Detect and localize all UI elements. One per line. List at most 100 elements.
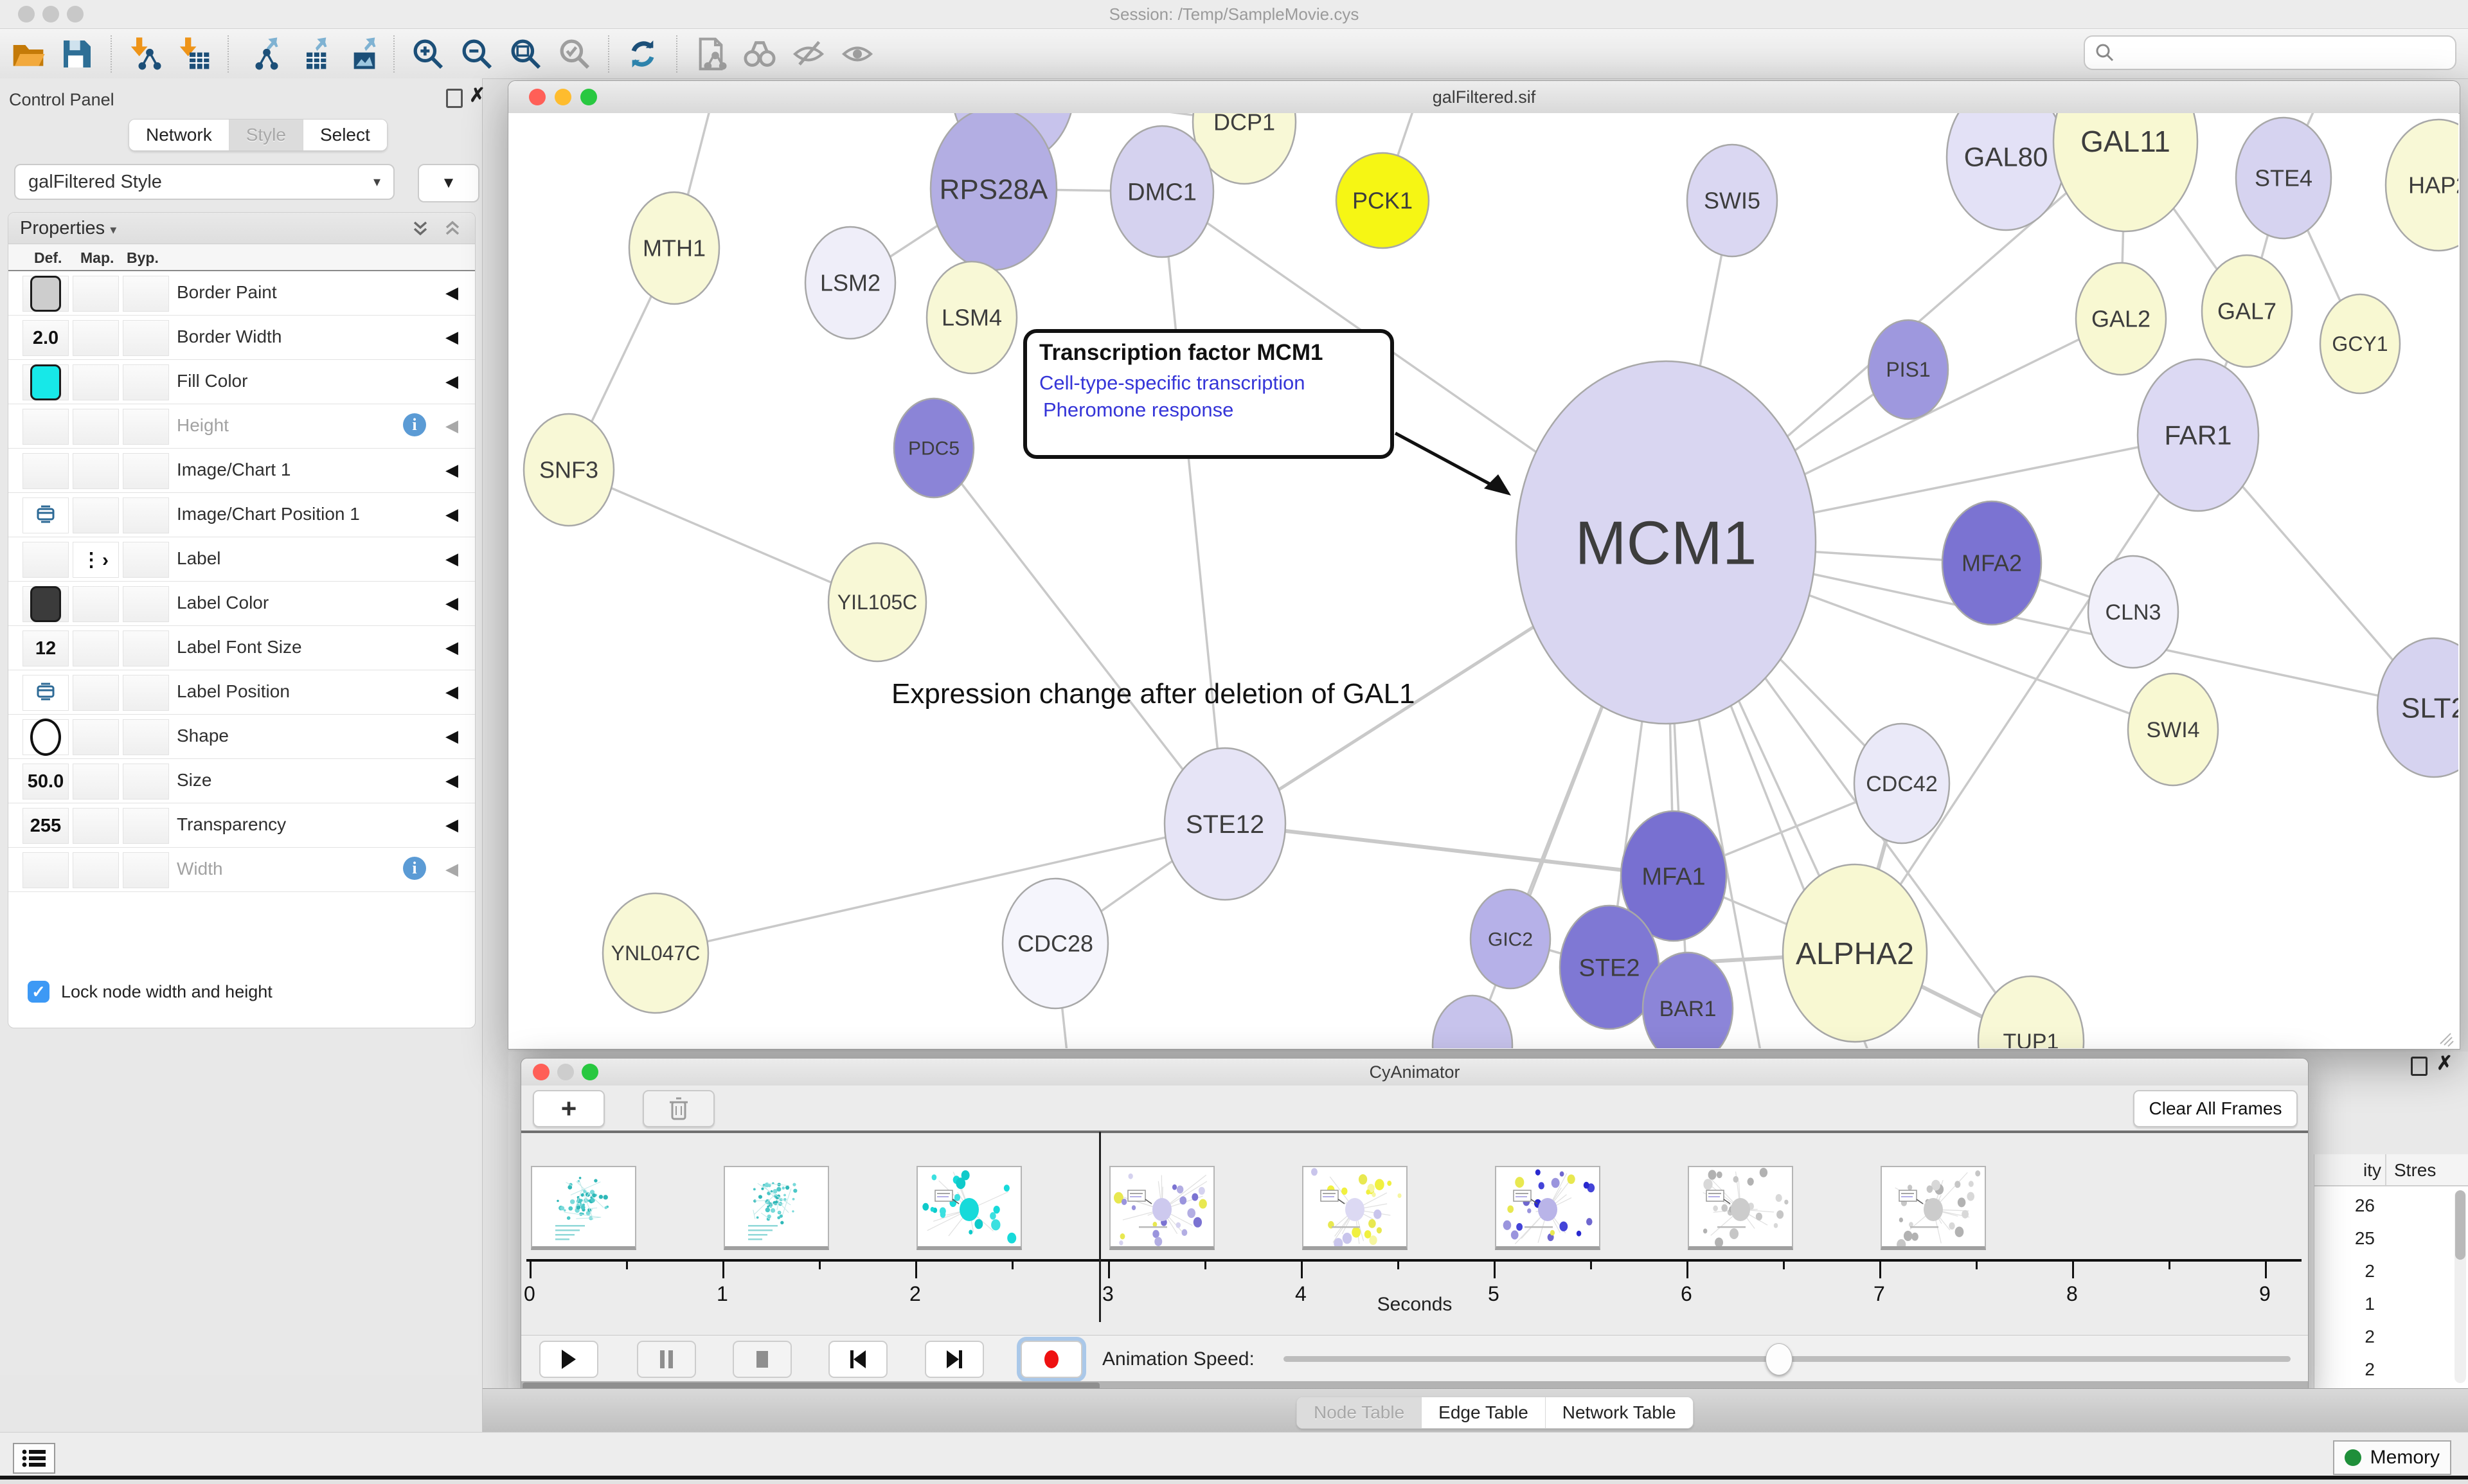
cyanimator-titlebar[interactable]: CyAnimator — [521, 1059, 2308, 1086]
bypass-cell[interactable] — [123, 808, 169, 844]
network-node-GIC1[interactable] — [1433, 996, 1512, 1048]
default-value-cell[interactable] — [22, 364, 69, 400]
clear-all-frames-button[interactable]: Clear All Frames — [2133, 1090, 2298, 1127]
animation-speed-slider-thumb[interactable] — [1766, 1343, 1793, 1375]
table-scrollbar[interactable] — [2455, 1190, 2466, 1383]
tab-select[interactable]: Select — [303, 120, 387, 150]
expand-row-icon[interactable]: ◀ — [445, 726, 458, 746]
expand-row-icon[interactable]: ◀ — [445, 859, 458, 879]
bypass-cell[interactable] — [123, 276, 169, 312]
bypass-cell[interactable] — [123, 364, 169, 400]
bypass-cell[interactable] — [123, 675, 169, 711]
mapping-cell[interactable] — [73, 276, 119, 312]
add-frame-button[interactable]: + — [533, 1090, 605, 1127]
expand-row-icon[interactable]: ◀ — [445, 327, 458, 347]
expand-row-icon[interactable]: ◀ — [445, 638, 458, 657]
bypass-cell[interactable] — [123, 320, 169, 356]
expand-row-icon[interactable]: ◀ — [445, 549, 458, 569]
property-row-shape[interactable]: Shape◀ — [8, 715, 475, 759]
close-panel-icon[interactable]: ✗ — [469, 87, 485, 104]
mapping-cell[interactable] — [73, 852, 119, 888]
style-select[interactable]: galFiltered Style ▾ — [14, 164, 395, 200]
bypass-cell[interactable] — [123, 764, 169, 800]
table-cell[interactable]: 26 — [2317, 1189, 2375, 1222]
bypass-cell[interactable] — [123, 719, 169, 755]
stop-button[interactable] — [733, 1341, 792, 1378]
network-window-titlebar[interactable]: galFiltered.sif — [508, 81, 2460, 114]
info-icon[interactable]: i — [403, 413, 426, 436]
default-value-cell[interactable]: 2.0 — [22, 320, 69, 356]
memory-button[interactable]: Memory — [2333, 1440, 2451, 1475]
default-value-cell[interactable] — [22, 409, 69, 445]
import-table-button[interactable] — [174, 35, 215, 73]
default-value-cell[interactable] — [22, 453, 69, 489]
open-folder-button[interactable] — [8, 35, 49, 73]
minimize-traffic-light[interactable] — [555, 89, 571, 105]
property-row-label-position[interactable]: Label Position◀ — [8, 670, 475, 715]
timeline-playhead[interactable] — [1099, 1132, 1101, 1322]
mapping-cell[interactable] — [73, 719, 119, 755]
info-icon[interactable]: i — [403, 857, 426, 880]
tab-edge-table[interactable]: Edge Table — [1421, 1397, 1545, 1428]
save-session-button[interactable] — [57, 35, 98, 73]
expand-row-icon[interactable]: ◀ — [445, 771, 458, 791]
property-row-width[interactable]: Widthi◀ — [8, 848, 475, 892]
default-value-cell[interactable] — [22, 542, 69, 578]
mapping-cell[interactable] — [73, 320, 119, 356]
document-network-button[interactable] — [690, 35, 731, 73]
zoom-selected-button[interactable] — [554, 35, 595, 73]
zoom-traffic-light[interactable] — [580, 89, 597, 105]
table-cell[interactable]: 1 — [2317, 1287, 2375, 1320]
default-value-cell[interactable] — [22, 675, 69, 711]
export-network-button[interactable] — [242, 35, 283, 73]
tab-style[interactable]: Style — [229, 120, 303, 150]
property-row-border-paint[interactable]: Border Paint◀ — [8, 271, 475, 316]
expand-row-icon[interactable]: ◀ — [445, 815, 458, 835]
property-row-fill-color[interactable]: Fill Color◀ — [8, 360, 475, 404]
zoom-traffic-light[interactable] — [582, 1064, 598, 1080]
frame-thumbnail-2[interactable] — [917, 1166, 1022, 1250]
frame-thumbnail-4[interactable] — [1302, 1166, 1408, 1250]
mapping-cell[interactable] — [73, 764, 119, 800]
default-value-cell[interactable] — [22, 719, 69, 755]
default-value-cell[interactable] — [22, 497, 69, 533]
frame-thumbnail-6[interactable] — [1688, 1166, 1793, 1250]
mapping-cell[interactable] — [73, 586, 119, 622]
mapping-cell[interactable] — [73, 409, 119, 445]
minimize-traffic-light[interactable] — [42, 6, 59, 22]
float-table-panel-icon[interactable] — [2411, 1057, 2428, 1076]
default-value-cell[interactable]: 255 — [22, 808, 69, 844]
tab-network[interactable]: Network — [129, 120, 229, 150]
expand-all-icon[interactable] — [409, 217, 431, 239]
tab-node-table[interactable]: Node Table — [1297, 1397, 1421, 1428]
delete-frame-button[interactable] — [643, 1090, 715, 1127]
table-cell[interactable]: 2 — [2317, 1255, 2375, 1287]
style-options-button[interactable]: ▼ — [418, 164, 479, 202]
bypass-cell[interactable] — [123, 497, 169, 533]
zoom-in-button[interactable] — [407, 35, 449, 73]
hide-details-button[interactable] — [788, 35, 829, 73]
bypass-cell[interactable] — [123, 586, 169, 622]
pause-button[interactable] — [637, 1341, 696, 1378]
property-row-label-color[interactable]: Label Color◀ — [8, 582, 475, 626]
close-traffic-light[interactable] — [18, 6, 35, 22]
property-row-size[interactable]: 50.0Size◀ — [8, 759, 475, 803]
show-details-button[interactable] — [837, 35, 878, 73]
search-box[interactable] — [2084, 35, 2456, 70]
mapping-cell[interactable] — [73, 364, 119, 400]
close-table-panel-icon[interactable]: ✗ — [2437, 1055, 2453, 1072]
default-value-cell[interactable] — [22, 852, 69, 888]
frame-thumbnail-0[interactable] — [531, 1166, 636, 1250]
table-cell[interactable]: 2 — [2317, 1320, 2375, 1353]
float-panel-icon[interactable] — [446, 89, 463, 108]
bypass-cell[interactable] — [123, 852, 169, 888]
skip-start-button[interactable] — [828, 1341, 888, 1378]
frame-thumbnail-7[interactable] — [1881, 1166, 1986, 1250]
mapping-cell[interactable] — [73, 497, 119, 533]
frame-thumbnail-3[interactable] — [1109, 1166, 1215, 1250]
minimize-traffic-light[interactable] — [557, 1064, 574, 1080]
expand-row-icon[interactable]: ◀ — [445, 460, 458, 480]
property-row-label[interactable]: ⋮›Label◀ — [8, 537, 475, 582]
resize-grip[interactable] — [2440, 1033, 2453, 1046]
export-image-button[interactable] — [339, 35, 380, 73]
